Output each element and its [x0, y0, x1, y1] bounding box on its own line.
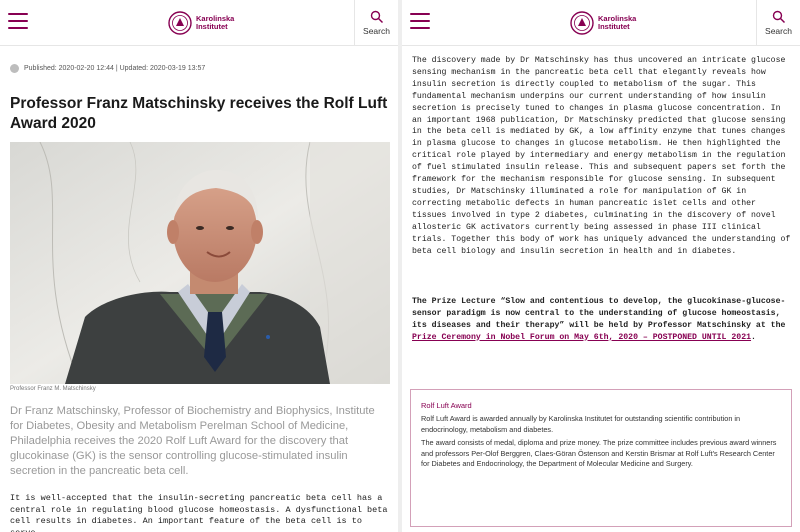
article-body-intro: It is well-accepted that the insulin-sec…	[10, 493, 388, 532]
site-header: Karolinska Institutet Search	[0, 0, 398, 46]
article-pane-left: Karolinska Institutet Search Published: …	[0, 0, 398, 532]
award-box-paragraph-1: Rolf Luft Award is awarded annually by K…	[421, 414, 741, 434]
ki-logo[interactable]: Karolinska Institutet	[570, 11, 636, 35]
menu-icon[interactable]	[410, 13, 430, 29]
prize-lecture-text: The Prize Lecture “Slow and contentious …	[412, 297, 786, 330]
ki-seal-logo	[570, 11, 594, 35]
search-icon	[772, 10, 785, 24]
prize-ceremony-link[interactable]: Prize Ceremony in Nobel Forum on May 6th…	[412, 333, 751, 342]
search-label: Search	[363, 26, 390, 36]
publish-meta: Published: 2020-02-20 12:44 | Updated: 2…	[10, 64, 205, 73]
ki-logo[interactable]: Karolinska Institutet	[168, 11, 234, 35]
article-pane-right: Karolinska Institutet Search The discove…	[402, 0, 800, 532]
search-label: Search	[765, 26, 792, 36]
award-box-title: Rolf Luft Award	[421, 401, 472, 410]
site-header-right: Karolinska Institutet Search	[402, 0, 800, 46]
clock-icon	[10, 64, 19, 73]
photo-caption: Professor Franz M. Matschinsky	[10, 386, 96, 392]
award-box-paragraph-2: The award consists of medal, diploma and…	[421, 438, 777, 468]
award-info-box: Rolf Luft Award Rolf Luft Award is award…	[410, 389, 792, 527]
menu-icon[interactable]	[8, 13, 28, 29]
prize-lecture-paragraph: The Prize Lecture “Slow and contentious …	[412, 296, 794, 344]
search-icon	[370, 10, 383, 24]
logo-line2: Institutet	[196, 22, 228, 31]
article-title: Professor Franz Matschinsky receives the…	[10, 95, 388, 132]
search-button[interactable]: Search	[354, 0, 398, 46]
publish-meta-text: Published: 2020-02-20 12:44 | Updated: 2…	[24, 65, 206, 72]
ki-seal-logo	[168, 11, 192, 35]
portrait-photo	[10, 142, 390, 384]
prize-lecture-end: .	[751, 332, 756, 342]
search-button[interactable]: Search	[756, 0, 800, 46]
article-lead: Dr Franz Matschinsky, Professor of Bioch…	[10, 405, 375, 477]
article-body-continued: The discovery made by Dr Matschinsky has…	[412, 56, 791, 256]
logo-line2: Institutet	[598, 22, 630, 31]
